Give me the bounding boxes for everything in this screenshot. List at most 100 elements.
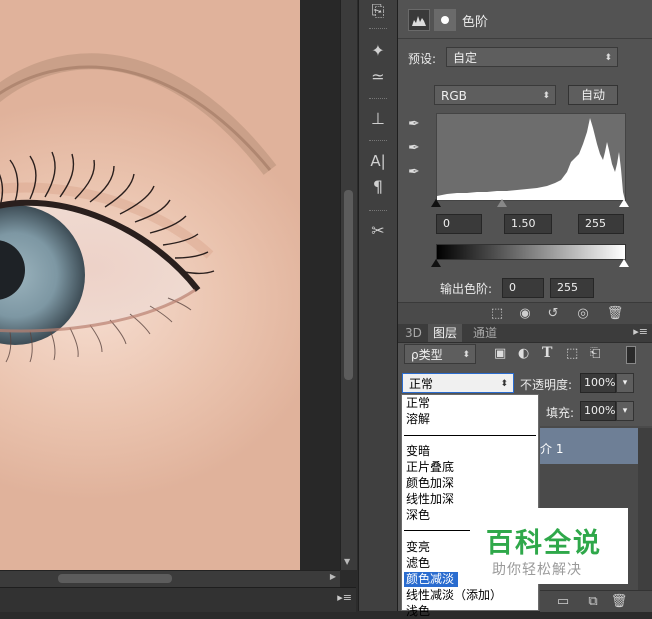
blend-option-linear-dodge[interactable]: 线性减淡（添加） bbox=[406, 588, 502, 603]
tab-3d[interactable]: 3D bbox=[400, 324, 427, 342]
fill-label: 填充: bbox=[546, 406, 575, 420]
reset-icon[interactable]: ↺ bbox=[544, 305, 562, 323]
layers-toolbar: ▭ ⧉ 🗑 bbox=[540, 590, 652, 612]
tab-channels[interactable]: 通道 bbox=[468, 324, 502, 342]
strip-grip bbox=[369, 140, 387, 143]
input-gamma-field[interactable]: 1.50 bbox=[504, 214, 552, 234]
brush-settings-icon[interactable]: ≃ bbox=[365, 66, 391, 88]
blend-option-lighter-color[interactable]: 浅色 bbox=[406, 604, 430, 619]
properties-title: 色阶 bbox=[462, 15, 489, 30]
blend-option-linear-burn[interactable]: 线性加深 bbox=[406, 492, 454, 507]
watermark-subtitle: 助你轻松解决 bbox=[492, 562, 582, 578]
channel-value: RGB bbox=[441, 89, 467, 103]
watermark-title: 百科全说 bbox=[486, 528, 602, 559]
layer-list-scrollbar[interactable] bbox=[638, 428, 652, 596]
new-group-folder-icon[interactable]: ▭ bbox=[554, 593, 572, 611]
delete-trash-icon[interactable]: 🗑 bbox=[606, 305, 624, 323]
opacity-field[interactable]: 100% bbox=[580, 373, 616, 393]
layer-filter-value: ρ类型 bbox=[411, 348, 443, 362]
chevron-updown-icon: ⬍ bbox=[462, 350, 470, 360]
status-bar: ▸≡ bbox=[0, 587, 356, 612]
document-canvas[interactable] bbox=[0, 0, 300, 570]
filter-type-icon[interactable]: T bbox=[542, 345, 552, 361]
eye-photo bbox=[0, 53, 277, 363]
tab-layers[interactable]: 图层 bbox=[428, 324, 463, 342]
input-black-slider[interactable] bbox=[431, 199, 441, 207]
output-black-slider[interactable] bbox=[431, 259, 441, 267]
eyedropper-gray-icon[interactable]: ✒ bbox=[408, 140, 420, 156]
preset-value: 自定 bbox=[453, 51, 478, 65]
layer-row-levels[interactable]: 介 1 bbox=[540, 428, 638, 464]
clip-to-layer-icon[interactable]: ⬚ bbox=[488, 305, 506, 323]
histogram-graph bbox=[437, 118, 625, 200]
layer-mask-icon[interactable] bbox=[434, 9, 456, 31]
paragraph-icon[interactable]: ¶ bbox=[365, 176, 391, 198]
eyedropper-black-icon[interactable]: ✒ bbox=[408, 116, 420, 132]
blend-option-color-dodge[interactable]: 颜色减淡 bbox=[404, 572, 459, 587]
blend-option-multiply[interactable]: 正片叠底 bbox=[406, 460, 454, 475]
fill-chevron-icon[interactable]: ▾ bbox=[616, 401, 634, 421]
panel-menu-icon[interactable]: ▸≡ bbox=[633, 325, 648, 338]
opacity-chevron-icon[interactable]: ▾ bbox=[616, 373, 634, 393]
output-white-field[interactable]: 255 bbox=[550, 278, 594, 298]
blend-option-normal[interactable]: 正常 bbox=[406, 396, 430, 411]
delete-layer-icon[interactable]: 🗑 bbox=[610, 593, 628, 611]
input-white-slider[interactable] bbox=[619, 199, 629, 207]
blend-option-screen[interactable]: 滤色 bbox=[406, 556, 430, 571]
filter-toggle-switch[interactable] bbox=[626, 346, 636, 364]
fill-field[interactable]: 100% bbox=[580, 401, 616, 421]
clone-source-icon[interactable]: ⊥ bbox=[365, 108, 391, 130]
horizontal-scroll-thumb[interactable] bbox=[58, 574, 172, 583]
character-icon[interactable]: A| bbox=[365, 150, 391, 172]
blend-mode-dropdown[interactable]: 正常 ⬍ bbox=[402, 373, 514, 393]
preset-label: 预设: bbox=[408, 52, 437, 66]
new-layer-icon[interactable]: ⧉ bbox=[584, 593, 602, 611]
output-levels-label: 输出色阶: bbox=[440, 282, 493, 296]
vertical-scroll-thumb[interactable] bbox=[344, 190, 353, 380]
canvas-vertical-scrollbar[interactable]: ▼ bbox=[340, 0, 357, 570]
input-gamma-slider[interactable] bbox=[497, 199, 507, 207]
levels-histogram bbox=[436, 113, 626, 201]
scroll-down-icon[interactable]: ▼ bbox=[344, 557, 350, 566]
eyedropper-white-icon[interactable]: ✒ bbox=[408, 164, 420, 180]
channel-dropdown[interactable]: RGB ⬍ bbox=[434, 85, 556, 105]
preset-dropdown[interactable]: 自定 ⬍ bbox=[446, 47, 618, 67]
properties-header: 色阶 bbox=[398, 0, 652, 39]
strip-grip bbox=[369, 210, 387, 213]
adjustment-histogram-icon[interactable] bbox=[408, 9, 430, 31]
blend-option-lighten[interactable]: 变亮 bbox=[406, 540, 430, 555]
canvas-pasteboard bbox=[300, 0, 340, 570]
blend-option-darken[interactable]: 变暗 bbox=[406, 444, 430, 459]
layer-name: 介 1 bbox=[540, 442, 564, 456]
canvas-horizontal-scrollbar[interactable]: ▶ bbox=[0, 570, 340, 587]
collapsed-panel-strip: ⎘ ✦ ≃ ⊥ A| ¶ ✂ bbox=[358, 0, 398, 611]
filter-adjustment-icon[interactable]: ◐ bbox=[518, 346, 529, 361]
brush-presets-icon[interactable]: ✦ bbox=[365, 40, 391, 62]
visibility-eye-icon[interactable]: ◎ bbox=[574, 305, 592, 323]
blend-option-darker-color[interactable]: 深色 bbox=[406, 508, 430, 523]
list-divider bbox=[404, 435, 536, 436]
tool-presets-icon[interactable]: ✂ bbox=[365, 220, 391, 242]
panel-menu-icon[interactable]: ▸≡ bbox=[337, 591, 352, 604]
chevron-updown-icon: ⬍ bbox=[604, 53, 612, 63]
watermark: 百科全说 助你轻松解决 bbox=[470, 508, 628, 584]
chevron-updown-icon: ⬍ bbox=[500, 379, 508, 389]
filter-shape-icon[interactable]: ⬚ bbox=[566, 346, 578, 361]
auto-button[interactable]: 自动 bbox=[568, 85, 618, 105]
filter-smart-object-icon[interactable]: ⎗ bbox=[590, 346, 600, 361]
blend-option-color-burn[interactable]: 颜色加深 bbox=[406, 476, 454, 491]
layer-filter-dropdown[interactable]: ρ类型 ⬍ bbox=[404, 344, 476, 364]
scroll-right-icon[interactable]: ▶ bbox=[330, 572, 336, 581]
blend-mode-value: 正常 bbox=[409, 377, 434, 391]
strip-grip bbox=[369, 28, 387, 31]
view-previous-icon[interactable]: ◉ bbox=[516, 305, 534, 323]
output-levels-gradient bbox=[436, 244, 626, 260]
output-black-field[interactable]: 0 bbox=[502, 278, 544, 298]
input-black-field[interactable]: 0 bbox=[436, 214, 482, 234]
blend-option-dissolve[interactable]: 溶解 bbox=[406, 412, 430, 427]
history-icon[interactable]: ⎘ bbox=[365, 0, 391, 22]
filter-pixel-icon[interactable]: ▣ bbox=[494, 346, 506, 361]
input-white-field[interactable]: 255 bbox=[578, 214, 624, 234]
output-white-slider[interactable] bbox=[619, 259, 629, 267]
chevron-updown-icon: ⬍ bbox=[542, 91, 550, 101]
